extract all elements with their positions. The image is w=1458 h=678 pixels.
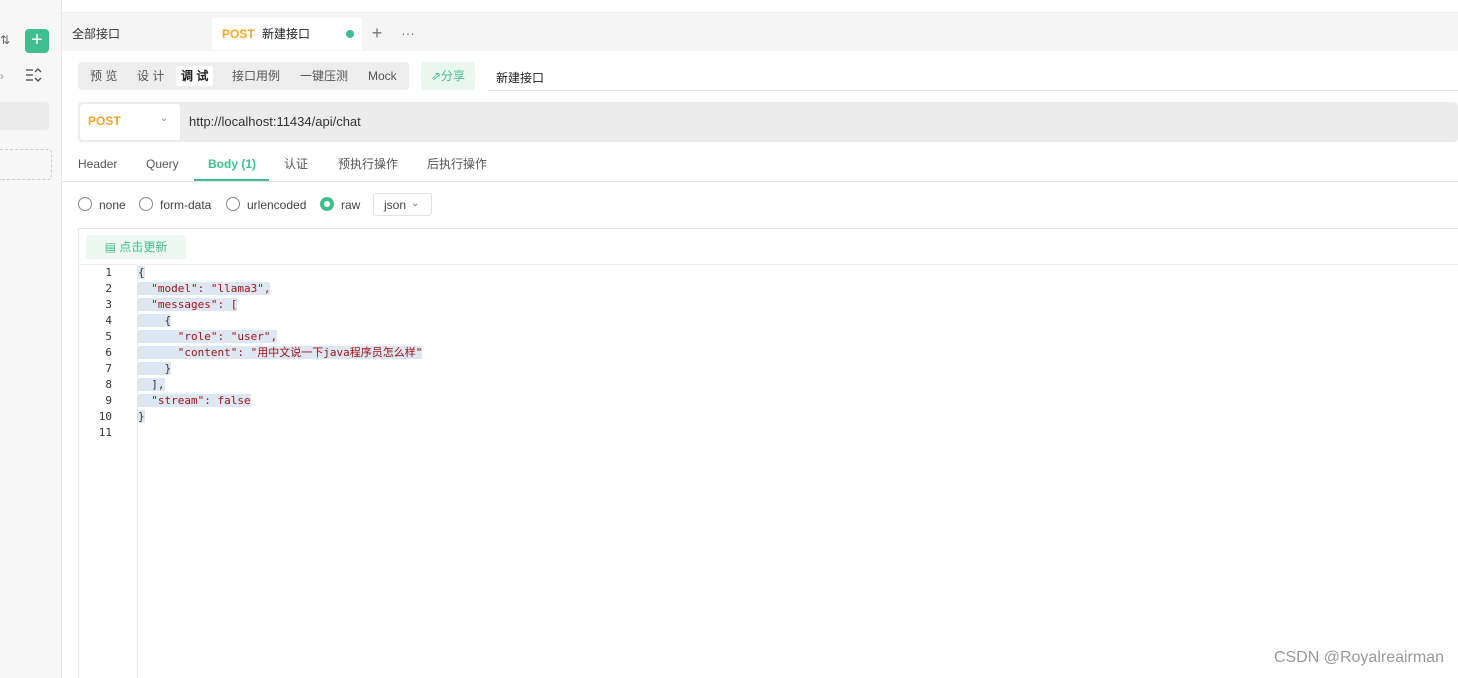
share-label: 分享 — [441, 69, 466, 83]
line-number: 8 — [105, 378, 112, 391]
method-select[interactable]: POST ⌄ — [80, 104, 180, 140]
code-text: "messages": [ — [138, 298, 238, 311]
tab-header[interactable]: Header — [78, 154, 117, 174]
mode-preview[interactable]: 预 览 — [90, 66, 117, 86]
raw-format-select[interactable]: json ⌄ — [373, 193, 432, 216]
request-tabs — [62, 150, 1458, 182]
code-text: "model": "llama3", — [138, 282, 271, 295]
sidebar-search[interactable] — [0, 102, 49, 130]
code-text: } — [138, 362, 172, 375]
refresh-icon: ▤ — [104, 240, 120, 254]
active-tab-underline — [194, 179, 269, 181]
add-button[interactable]: + — [25, 29, 49, 53]
code-line: "role": "user", — [138, 329, 278, 345]
code-line: } — [138, 409, 145, 425]
code-text: ], — [138, 378, 165, 391]
code-line: "messages": [ — [138, 297, 238, 313]
radio-none[interactable] — [78, 197, 92, 211]
code-line: { — [138, 313, 172, 329]
tab-query[interactable]: Query — [146, 154, 179, 174]
line-number: 1 — [105, 266, 112, 279]
mode-load-test[interactable]: 一键压测 — [300, 66, 348, 86]
tab-pre-request[interactable]: 预执行操作 — [338, 154, 398, 174]
line-number: 10 — [98, 410, 112, 423]
code-text: "role": "user", — [138, 330, 278, 343]
line-number: 5 — [105, 330, 112, 343]
new-tab-button[interactable]: + — [368, 22, 386, 44]
code-text: "content": "用中文说一下java程序员怎么样" — [138, 346, 423, 359]
watermark: CSDN @Royalreairman — [1273, 649, 1444, 666]
chevron-down-icon: ⌄ — [160, 113, 169, 124]
line-number: 11 — [98, 426, 112, 439]
collapse-arrow-icon[interactable]: › — [0, 66, 10, 86]
line-number: 7 — [105, 362, 112, 375]
refresh-button[interactable]: ▤ 点击更新 — [86, 235, 186, 259]
line-number: 3 — [105, 298, 112, 311]
line-number: 4 — [105, 314, 112, 327]
sidebar-drop-zone[interactable] — [0, 149, 52, 180]
share-icon: ⇗ — [430, 69, 442, 83]
code-line: "stream": false — [138, 393, 251, 409]
interface-name-text: 新建接口 — [496, 71, 545, 85]
url-input[interactable]: http://localhost:11434/api/chat — [189, 114, 361, 129]
raw-format-value: json — [384, 198, 407, 212]
interface-name-field[interactable]: 新建接口 — [488, 63, 1458, 91]
code-line: } — [138, 361, 172, 377]
tab-method-label: POST — [222, 27, 255, 41]
code-line: "content": "用中文说一下java程序员怎么样" — [138, 345, 423, 361]
mode-design[interactable]: 设 计 — [137, 66, 164, 86]
code-line: { — [138, 265, 145, 281]
line-number: 2 — [105, 282, 112, 295]
radio-raw[interactable] — [320, 197, 334, 211]
code-line: "model": "llama3", — [138, 281, 271, 297]
code-text: { — [138, 266, 145, 279]
radio-none-label: none — [99, 198, 126, 212]
chevron-down-icon: ⌄ — [411, 198, 420, 209]
radio-raw-label: raw — [341, 198, 361, 212]
mode-debug[interactable]: 调 试 — [176, 66, 214, 86]
sort-icon[interactable]: ⇅ — [0, 30, 14, 50]
unsaved-dot-icon — [346, 30, 354, 38]
radio-urlencoded-label: urlencoded — [247, 198, 307, 212]
tab-title: 新建接口 — [262, 27, 311, 41]
line-number: 6 — [105, 346, 112, 359]
share-button[interactable]: ⇗分享 — [421, 62, 475, 90]
tab-body[interactable]: Body (1) — [208, 154, 256, 174]
code-editor[interactable] — [78, 228, 1458, 678]
mode-mock[interactable]: Mock — [368, 66, 397, 86]
refresh-label: 点击更新 — [119, 240, 168, 254]
mode-test-cases[interactable]: 接口用例 — [232, 66, 280, 86]
code-text: { — [138, 314, 172, 327]
radio-form-data[interactable] — [139, 197, 153, 211]
editor-toolbar — [79, 229, 1458, 265]
expand-collapse-icon-svg — [26, 68, 42, 82]
code-line: ], — [138, 377, 165, 393]
method-select-value: POST — [88, 114, 121, 128]
expand-collapse-icon[interactable] — [24, 66, 44, 86]
tab-all-interfaces[interactable]: 全部接口 — [72, 24, 120, 44]
code-text: "stream": false — [138, 394, 251, 407]
radio-form-data-label: form-data — [160, 198, 212, 212]
radio-urlencoded[interactable] — [226, 197, 240, 211]
tab-post-request[interactable]: 后执行操作 — [427, 154, 487, 174]
more-tabs-button[interactable]: ··· — [398, 22, 418, 44]
tab-auth[interactable]: 认证 — [284, 154, 308, 174]
line-number: 9 — [105, 394, 112, 407]
code-text: } — [138, 410, 145, 423]
